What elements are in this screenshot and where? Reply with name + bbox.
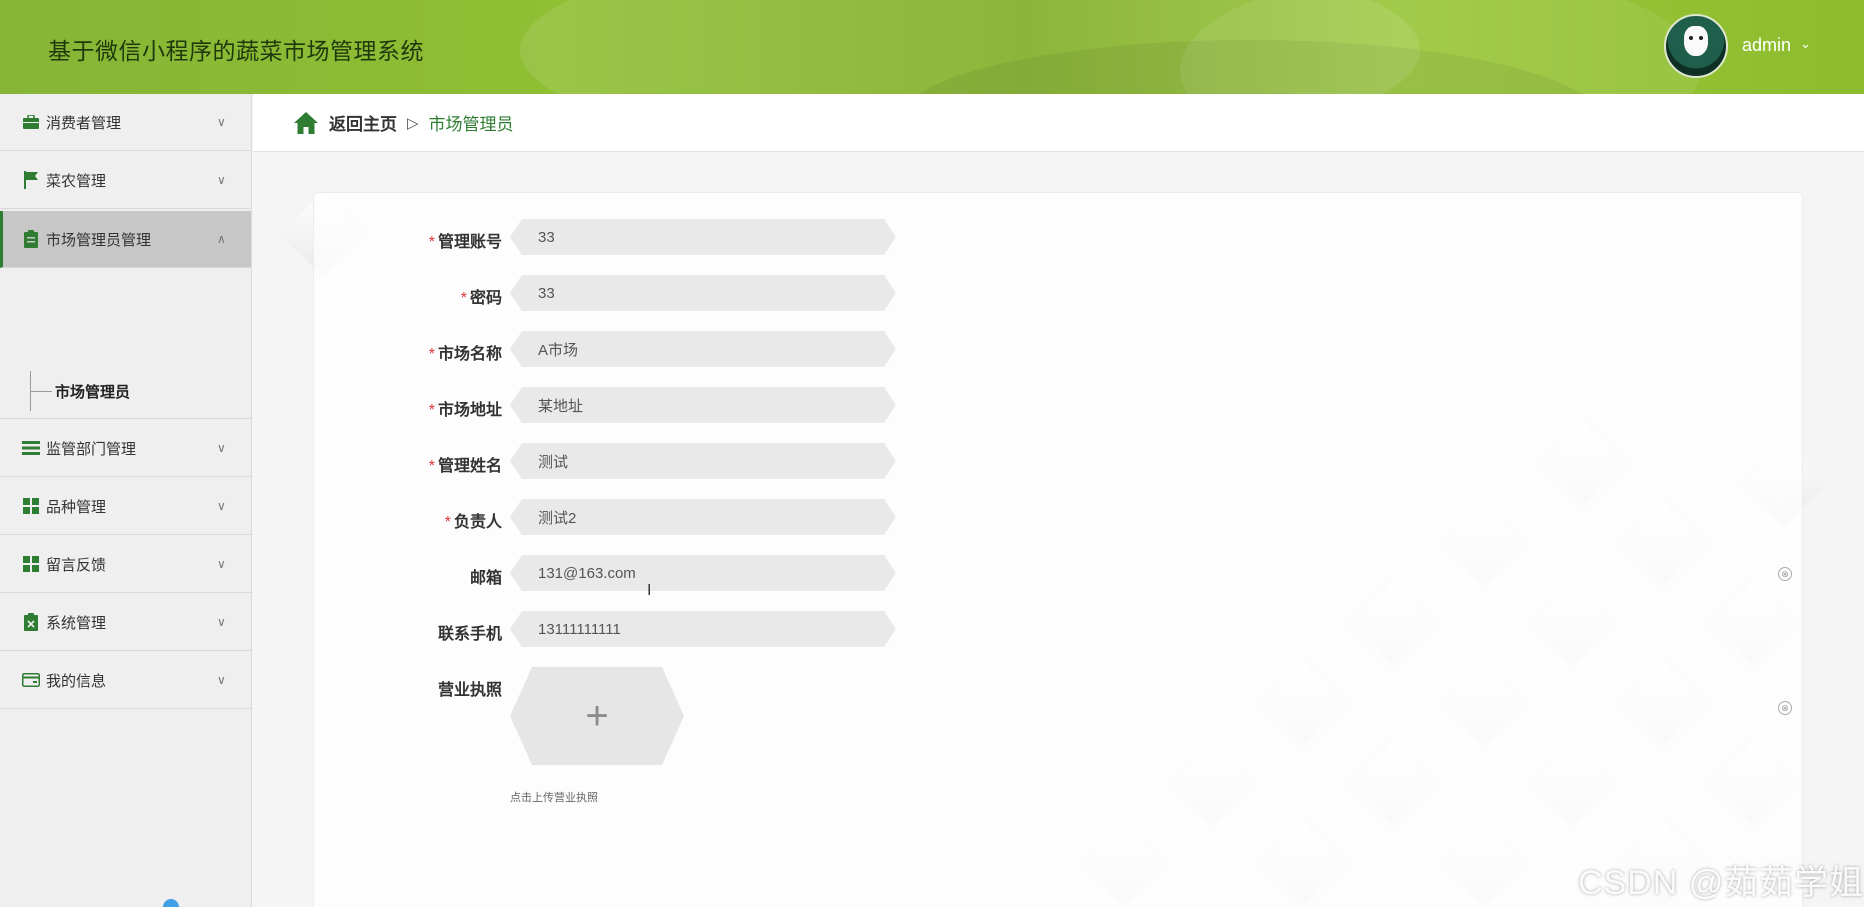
sidebar-item-regulators[interactable]: 监管部门管理 ∨ xyxy=(0,420,251,477)
required-mark: * xyxy=(428,346,435,363)
chevron-down-icon: ∨ xyxy=(217,441,226,455)
market-address-input[interactable] xyxy=(510,387,896,423)
sidebar-item-label: 市场管理员管理 xyxy=(46,231,152,249)
sidebar-item-market-admins[interactable]: 市场管理员管理 ∧ xyxy=(0,211,251,268)
field-label: 联系手机 xyxy=(437,626,502,643)
avatar-mask-icon xyxy=(1684,26,1708,56)
phone-input[interactable] xyxy=(510,611,896,647)
field-label: * 市场地址 xyxy=(428,402,502,419)
watermark: CSDN @茹茹学姐 xyxy=(1578,864,1864,902)
required-mark: * xyxy=(428,458,435,475)
flag-icon xyxy=(22,171,40,189)
grid-icon xyxy=(22,555,40,573)
chevron-down-icon: ∨ xyxy=(217,615,226,629)
sidebar-item-system[interactable]: 系统管理 ∨ xyxy=(0,594,251,651)
header-decoration xyxy=(1180,0,1700,94)
card-icon xyxy=(22,671,40,689)
sidebar-item-consumers[interactable]: 消费者管理 ∨ xyxy=(0,94,251,151)
breadcrumb-separator: ▷ xyxy=(407,114,419,132)
required-mark: * xyxy=(460,290,467,307)
sidebar: 消费者管理 ∨ 菜农管理 ∨ 市场管理员管理 ∧ 市场管理员 监管部门管理 ∨ … xyxy=(0,94,252,907)
field-label: * 管理姓名 xyxy=(428,458,502,475)
email-field[interactable] xyxy=(510,555,896,591)
sidebar-item-my-info[interactable]: 我的信息 ∨ xyxy=(0,652,251,709)
chevron-up-icon: ∧ xyxy=(217,232,226,246)
person-in-charge-input[interactable] xyxy=(510,499,896,535)
sidebar-item-label: 留言反馈 xyxy=(46,556,107,574)
field-label: * 负责人 xyxy=(444,514,502,531)
password-input[interactable] xyxy=(510,275,896,311)
admin-name-input[interactable] xyxy=(510,443,896,479)
market-name-input[interactable] xyxy=(510,331,896,367)
chevron-down-icon: ∨ xyxy=(217,115,226,129)
sidebar-subitem-label: 市场管理员 xyxy=(55,384,131,401)
chevron-down-icon: ∨ xyxy=(217,557,226,571)
sidebar-item-farmers[interactable]: 菜农管理 ∨ xyxy=(0,152,251,209)
clipboard-icon xyxy=(22,230,40,248)
chevron-down-icon[interactable]: ⌄ xyxy=(1800,36,1811,52)
clear-icon[interactable]: ⊗ xyxy=(1778,567,1792,581)
chevron-down-icon: ∨ xyxy=(217,173,226,187)
sidebar-item-label: 我的信息 xyxy=(46,672,107,690)
sidebar-item-label: 系统管理 xyxy=(46,614,107,632)
license-upload-button[interactable]: + xyxy=(510,667,684,765)
required-mark: * xyxy=(428,234,435,251)
clipboard-x-icon xyxy=(22,613,40,631)
app-title: 基于微信小程序的蔬菜市场管理系统 xyxy=(48,38,424,64)
account-input[interactable] xyxy=(510,219,896,255)
top-header: 基于微信小程序的蔬菜市场管理系统 admin ⌄ xyxy=(0,0,1864,94)
clear-icon[interactable]: ⊗ xyxy=(1778,701,1792,715)
sidebar-item-label: 菜农管理 xyxy=(46,172,107,190)
briefcase-icon xyxy=(22,113,40,131)
field-label: * 市场名称 xyxy=(428,346,502,363)
sidebar-item-label: 监管部门管理 xyxy=(46,440,137,458)
upload-hint: 点击上传营业执照 xyxy=(510,792,598,804)
required-mark: * xyxy=(428,402,435,419)
grid-icon xyxy=(22,497,40,515)
sidebar-item-feedback[interactable]: 留言反馈 ∨ xyxy=(0,536,251,593)
breadcrumb-home-link[interactable]: 返回主页 xyxy=(329,110,397,135)
field-label: 邮箱 xyxy=(469,570,502,587)
tree-line xyxy=(30,391,52,392)
text-cursor-icon: I xyxy=(647,582,652,599)
field-label: 营业执照 xyxy=(437,682,502,699)
sidebar-subitem-market-admin[interactable]: 市场管理员 xyxy=(0,363,251,419)
sidebar-item-label: 品种管理 xyxy=(46,498,107,516)
chevron-down-icon: ∨ xyxy=(217,499,226,513)
user-menu-name[interactable]: admin xyxy=(1742,35,1791,56)
breadcrumb: 返回主页 ▷ 市场管理员 xyxy=(253,94,1864,152)
main-content: 返回主页 ▷ 市场管理员 *管理账号 *密码 *市场名称 *市场地址 *管理姓名… xyxy=(253,94,1864,907)
required-mark: * xyxy=(444,514,451,531)
edit-form: *管理账号 *密码 *市场名称 *市场地址 *管理姓名 *负责人 邮箱 联系手 xyxy=(313,192,1803,907)
field-label: * 管理账号 xyxy=(428,234,502,251)
chevron-down-icon: ∨ xyxy=(217,673,226,687)
plus-icon: + xyxy=(585,694,609,738)
field-label: * 密码 xyxy=(460,290,502,307)
home-icon[interactable] xyxy=(293,111,319,135)
sidebar-item-varieties[interactable]: 品种管理 ∨ xyxy=(0,478,251,535)
breadcrumb-current: 市场管理员 xyxy=(428,115,514,134)
sidebar-item-label: 消费者管理 xyxy=(46,114,122,132)
list-icon xyxy=(22,439,40,457)
